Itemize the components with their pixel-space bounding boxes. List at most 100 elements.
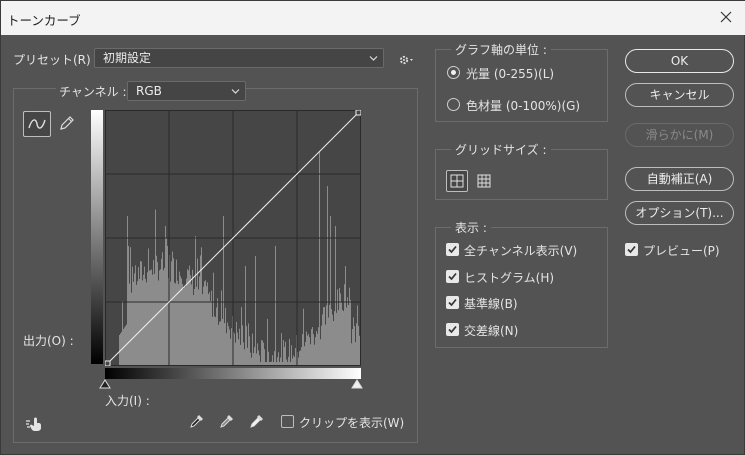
show-clipping-checkbox[interactable] [281,415,294,428]
histogram-bar [341,302,342,366]
white-point-slider[interactable] [351,379,363,389]
histogram-bar [239,328,240,366]
curve-point-tool-button[interactable] [23,111,51,137]
histogram-bar [263,342,264,366]
histogram-bar [201,247,202,366]
histogram-bar [218,324,219,366]
histogram-bar [215,317,216,366]
checkmark-icon [448,325,457,334]
auto-button[interactable]: 自動補正(A) [625,167,734,191]
histogram-bar [307,335,308,366]
histogram-bar [179,271,180,366]
histogram-bar [143,274,144,366]
window-title: トーンカーブ [7,13,81,28]
preset-label: プリセット(R) : [13,53,99,67]
gray-eyedropper-icon[interactable] [218,412,236,430]
checkmark-icon [448,272,457,281]
histogram-bar [149,270,150,366]
histogram-bar [134,273,135,366]
histogram-bar [257,343,258,366]
channel-select[interactable]: RGB [127,81,246,101]
histogram-bar [236,321,237,366]
curve-graph[interactable] [105,110,361,366]
title-bar: トーンカーブ [1,1,745,35]
show-intersection-checkbox[interactable] [446,323,459,336]
histogram-bar [329,305,330,366]
histogram-bar [160,269,161,366]
histogram-bar [132,266,133,366]
show-all-channels-checkbox[interactable] [446,243,459,256]
histogram-bar [240,344,241,366]
curves-dialog: トーンカーブ プリセット(R) : 初期設定 チャンネル : RGB 出力(O)… [0,0,745,455]
grid-simple-button[interactable] [446,170,468,192]
histogram-bar [313,334,314,366]
black-point-slider[interactable] [99,379,111,389]
options-button[interactable]: オプション(T)... [625,201,734,225]
histogram-bar [321,325,322,366]
histogram-bar [178,284,179,366]
histogram-bar [245,266,246,366]
histogram-bar [225,307,226,366]
histogram-bar [158,280,159,366]
histogram-bar [340,293,341,366]
preset-options-gear-icon[interactable] [398,53,416,67]
curve-point-black[interactable] [105,360,111,366]
histogram-bar [288,356,289,366]
histogram-bar [241,307,242,366]
histogram-bar [357,305,358,366]
channel-label: チャンネル : [56,83,130,100]
show-all-channels-label: 全チャンネル表示(V) [464,244,578,258]
pencil-icon[interactable] [57,113,77,133]
histogram-bar [196,286,197,366]
show-histogram-label: ヒストグラム(H) [464,271,555,285]
histogram-bar [170,281,171,366]
preset-select[interactable]: 初期設定 [94,48,384,68]
histogram-bar [274,351,275,366]
histogram-bar [339,287,340,366]
histogram-bar [327,186,328,366]
histogram-bar [247,347,248,366]
unit-pigment-radio[interactable] [447,98,460,111]
targeted-adjustment-hand-icon[interactable] [25,415,47,433]
histogram-bar [206,286,207,366]
ok-button[interactable]: OK [625,49,734,73]
histogram-bar [267,318,268,366]
display-legend: 表示 : [451,219,491,236]
graph-unit-legend: グラフ軸の単位 : [451,41,551,58]
histogram-bar [242,325,243,366]
histogram-bar [155,209,156,366]
histogram-bar [243,342,244,366]
histogram-bar [306,331,307,366]
histogram-bar [275,246,276,366]
grid-4x4-icon [450,174,464,188]
histogram-bar [303,308,304,366]
histogram-bar [130,247,131,366]
histogram-bar [246,326,247,366]
histogram-bar [184,286,185,366]
white-eyedropper-icon[interactable] [248,412,266,430]
histogram-bar [325,324,326,366]
histogram-bar [198,289,199,366]
histogram-bar [316,330,317,366]
histogram-bar [262,340,263,366]
histogram-bar [293,355,294,366]
preview-checkbox[interactable] [625,243,638,256]
grid-10x10-icon[interactable] [474,171,494,191]
unit-light-radio[interactable] [447,66,460,79]
histogram-bar [214,316,215,366]
histogram-bar [183,288,184,366]
curve-point-white[interactable] [355,110,361,116]
histogram-bar [281,333,282,366]
histogram-bar [254,347,255,366]
histogram-bar [145,278,146,366]
grid-size-legend: グリッドサイズ : [451,141,551,158]
histogram-bar [186,278,187,366]
black-eyedropper-icon[interactable] [188,412,206,430]
show-baseline-checkbox[interactable] [446,296,459,309]
close-icon[interactable] [716,7,736,27]
histogram-bar [147,272,148,366]
smooth-button[interactable]: 滑らかに(M) [625,123,734,147]
histogram-bar [216,307,217,366]
cancel-button[interactable]: キャンセル [625,83,734,107]
show-histogram-checkbox[interactable] [446,270,459,283]
